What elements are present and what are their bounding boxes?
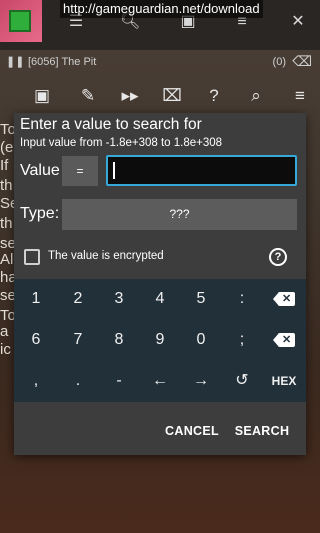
key-minus[interactable]: - bbox=[99, 361, 139, 401]
result-count: (0) bbox=[272, 56, 286, 68]
text-caret bbox=[113, 162, 115, 179]
encrypted-label: The value is encrypted bbox=[48, 250, 164, 262]
cancel-button[interactable]: CANCEL bbox=[160, 419, 224, 443]
pause-icon[interactable]: ❚❚ bbox=[6, 55, 24, 68]
key-semicolon[interactable]: ; bbox=[222, 320, 262, 360]
key-8[interactable]: 8 bbox=[99, 320, 139, 360]
key-1[interactable]: 1 bbox=[16, 279, 56, 319]
key-0[interactable]: 0 bbox=[181, 320, 221, 360]
key-3[interactable]: 3 bbox=[99, 279, 139, 319]
key-6[interactable]: 6 bbox=[16, 320, 56, 360]
search-help-icon[interactable]: ? bbox=[202, 84, 226, 108]
fast-forward-icon[interactable]: ▸▸ bbox=[118, 84, 142, 108]
type-label: Type: bbox=[20, 205, 60, 222]
key-9[interactable]: 9 bbox=[140, 320, 180, 360]
key-comma[interactable]: , bbox=[16, 361, 56, 401]
dialog-range-hint: Input value from -1.8e+308 to 1.8e+308 bbox=[20, 137, 223, 149]
encrypted-checkbox[interactable] bbox=[24, 249, 40, 265]
hex-key[interactable]: HEX bbox=[264, 361, 304, 401]
key-2[interactable]: 2 bbox=[58, 279, 98, 319]
clear-icon[interactable]: ⌫ bbox=[292, 53, 312, 70]
key-5[interactable]: 5 bbox=[181, 279, 221, 319]
search-dialog: Enter a value to search for Input value … bbox=[14, 113, 306, 455]
type-selector[interactable]: ??? bbox=[62, 199, 297, 230]
dialog-title: Enter a value to search for bbox=[20, 116, 202, 133]
clear-key[interactable]: ✕ bbox=[264, 320, 304, 360]
key-colon[interactable]: : bbox=[222, 279, 262, 319]
close-icon[interactable]: ✕ bbox=[288, 12, 308, 32]
search-button[interactable]: SEARCH bbox=[230, 419, 294, 443]
key-cursor-left[interactable]: ← bbox=[140, 361, 180, 401]
clear-backspace-icon: ✕ bbox=[273, 333, 295, 347]
backspace-icon: ✕ bbox=[273, 292, 295, 306]
edit-icon[interactable]: ✎ bbox=[76, 84, 100, 108]
cube-icon bbox=[9, 10, 31, 32]
game-icon bbox=[0, 0, 42, 42]
history-key[interactable]: ↺ bbox=[222, 361, 262, 401]
url-overlay: http://gameguardian.net/download bbox=[60, 0, 263, 18]
key-7[interactable]: 7 bbox=[58, 320, 98, 360]
toolbar: ▣ ✎ ▸▸ ⌧ ? ⌕ ≡ bbox=[0, 78, 320, 114]
value-label: Value bbox=[20, 162, 60, 179]
top-bar: ☰ 🔍︎ ▣ ≡ ✕ http://gameguardian.net/downl… bbox=[0, 0, 320, 50]
equals-button[interactable]: = bbox=[62, 156, 98, 186]
help-icon[interactable]: ? bbox=[269, 248, 287, 266]
search-icon[interactable]: ⌕ bbox=[244, 84, 268, 108]
key-4[interactable]: 4 bbox=[140, 279, 180, 319]
numeric-keypad: 1 2 3 4 5 : ✕ 6 7 8 9 0 ; ✕ , . - ← → ↺ … bbox=[14, 279, 306, 402]
key-cursor-right[interactable]: → bbox=[181, 361, 221, 401]
menu-icon[interactable]: ≡ bbox=[288, 84, 312, 108]
save-icon[interactable]: ▣ bbox=[30, 84, 54, 108]
key-dot[interactable]: . bbox=[58, 361, 98, 401]
value-input[interactable] bbox=[106, 155, 297, 186]
backspace-key[interactable]: ✕ bbox=[264, 279, 304, 319]
history-icon: ↺ bbox=[235, 372, 249, 389]
process-row[interactable]: ❚❚ [6056] The Pit (0) ⌫ bbox=[0, 52, 320, 72]
delete-icon[interactable]: ⌧ bbox=[160, 84, 184, 108]
process-name: [6056] The Pit bbox=[28, 56, 97, 68]
